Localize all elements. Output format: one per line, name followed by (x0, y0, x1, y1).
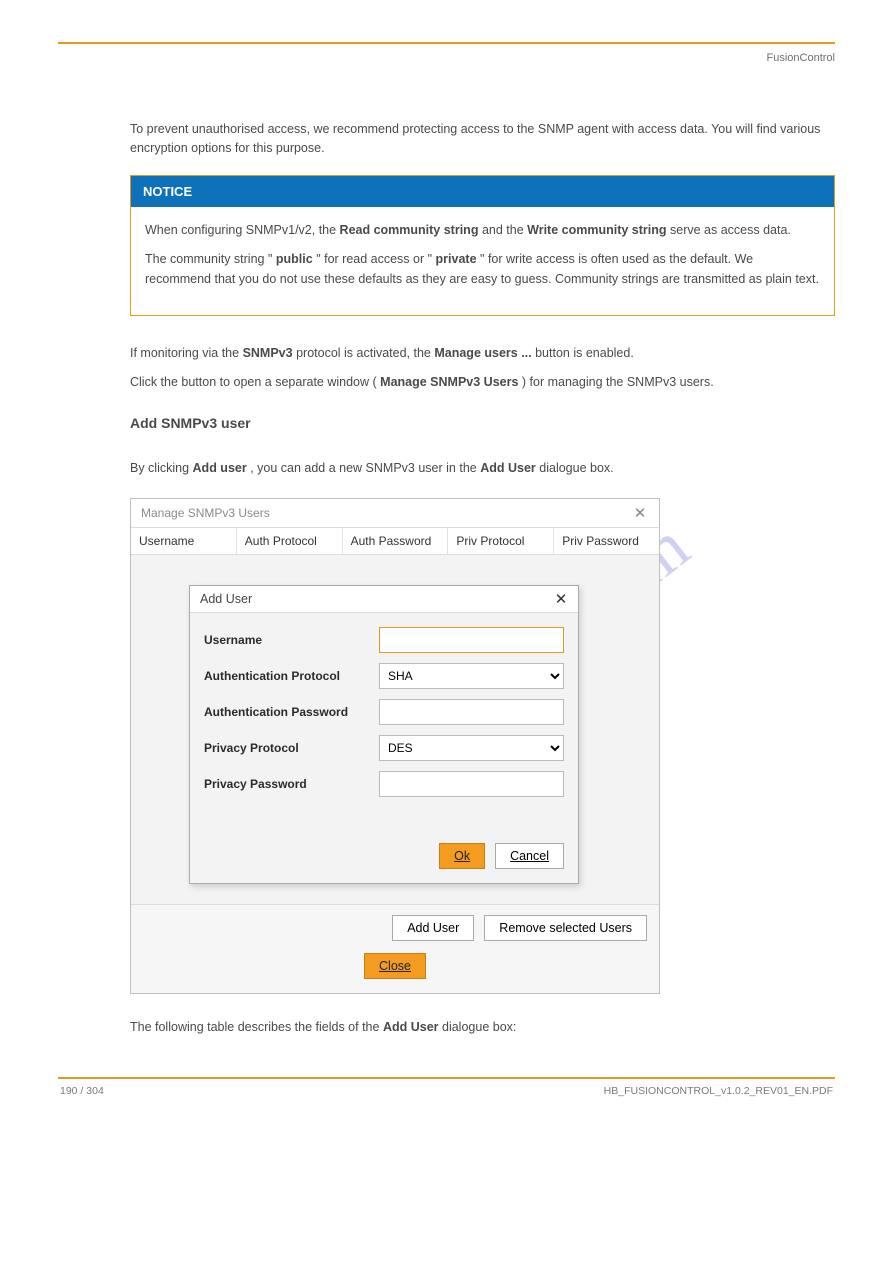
priv-protocol-select[interactable]: DES (379, 735, 564, 761)
addline-s2: Add User (480, 461, 536, 475)
sec1-p1-s1: SNMPv3 (243, 346, 293, 360)
document-filename: HB_FUSIONCONTROL_v1.0.2_REV01_EN.PDF (604, 1085, 833, 1097)
section-paragraphs: If monitoring via the SNMPv3 protocol is… (130, 344, 835, 393)
manage-users-window: Manage SNMPv3 Users ✕ Username Auth Prot… (130, 498, 660, 994)
addline-b: , you can add a new SNMPv3 user in the (250, 461, 480, 475)
label-priv-protocol: Privacy Protocol (204, 741, 379, 755)
manage-window-bottom: Add User Remove selected Users Close (131, 904, 659, 993)
sec1-p2-b: ) for managing the SNMPv3 users. (522, 375, 714, 389)
notice-p2-a: The community string " (145, 252, 272, 266)
sec1-p1-s2: Manage users ... (434, 346, 531, 360)
sec1-p2-a: Click the button to open a separate wind… (130, 375, 377, 389)
priv-password-field[interactable] (379, 771, 564, 797)
remove-selected-users-button[interactable]: Remove selected Users (484, 915, 647, 941)
add-user-titlebar: Add User ✕ (190, 586, 578, 613)
username-field[interactable] (379, 627, 564, 653)
label-username: Username (204, 633, 379, 647)
intro-paragraph: To prevent unauthorised access, we recom… (130, 120, 835, 159)
notice-p1-c: serve as access data. (670, 223, 791, 237)
notice-title: NOTICE (131, 176, 834, 207)
close-icon[interactable]: ✕ (552, 590, 570, 608)
notice-p1-strong1: Read community string (340, 223, 479, 237)
page-footer: 190 / 304 HB_FUSIONCONTROL_v1.0.2_REV01_… (58, 1085, 835, 1097)
notice-p2-b: " for read access or " (316, 252, 432, 266)
addline-a: By clicking (130, 461, 193, 475)
add-user-title: Add User (200, 592, 252, 606)
col-username[interactable]: Username (131, 528, 237, 554)
cancel-button[interactable]: Cancel (495, 843, 564, 869)
addline-s1: Add user (193, 461, 247, 475)
notice-box: NOTICE When configuring SNMPv1/v2, the R… (130, 175, 835, 316)
addline-c: dialogue box. (539, 461, 613, 475)
notice-p1-strong2: Write community string (527, 223, 666, 237)
ok-button[interactable]: Ok (439, 843, 485, 869)
sec1-p1-c: button is enabled. (535, 346, 634, 360)
manage-window-title: Manage SNMPv3 Users (141, 506, 270, 520)
caption-b: dialogue box: (442, 1020, 516, 1034)
close-icon[interactable]: ✕ (631, 504, 649, 522)
add-user-dialog: Add User ✕ Username Authentication Proto… (189, 585, 579, 884)
label-auth-protocol: Authentication Protocol (204, 669, 379, 683)
label-priv-password: Privacy Password (204, 777, 379, 791)
notice-body: When configuring SNMPv1/v2, the Read com… (131, 207, 834, 315)
add-user-button[interactable]: Add User (392, 915, 474, 941)
notice-p2-strong2: private (436, 252, 477, 266)
auth-password-field[interactable] (379, 699, 564, 725)
header-product-name: FusionControl (58, 52, 835, 64)
label-auth-password: Authentication Password (204, 705, 379, 719)
bottom-rule (58, 1077, 835, 1079)
notice-p1-a: When configuring SNMPv1/v2, the (145, 223, 340, 237)
col-auth-protocol[interactable]: Auth Protocol (237, 528, 343, 554)
col-priv-password[interactable]: Priv Password (554, 528, 659, 554)
notice-p2-strong1: public (276, 252, 313, 266)
col-auth-password[interactable]: Auth Password (343, 528, 449, 554)
sec1-p1-b: protocol is activated, the (296, 346, 434, 360)
sec1-p2-s1: Manage SNMPv3 Users (380, 375, 518, 389)
col-priv-protocol[interactable]: Priv Protocol (448, 528, 554, 554)
caption-s: Add User (383, 1020, 439, 1034)
auth-protocol-select[interactable]: SHA (379, 663, 564, 689)
page-number: 190 / 304 (60, 1085, 104, 1097)
caption-a: The following table describes the fields… (130, 1020, 383, 1034)
manage-window-titlebar: Manage SNMPv3 Users ✕ (131, 499, 659, 528)
subheading-add-user: Add SNMPv3 user (130, 415, 835, 431)
notice-p1-b: and the (482, 223, 527, 237)
manage-window-columns: Username Auth Protocol Auth Password Pri… (131, 528, 659, 555)
top-rule (58, 42, 835, 44)
close-button[interactable]: Close (364, 953, 426, 979)
sec1-p1-a: If monitoring via the (130, 346, 243, 360)
